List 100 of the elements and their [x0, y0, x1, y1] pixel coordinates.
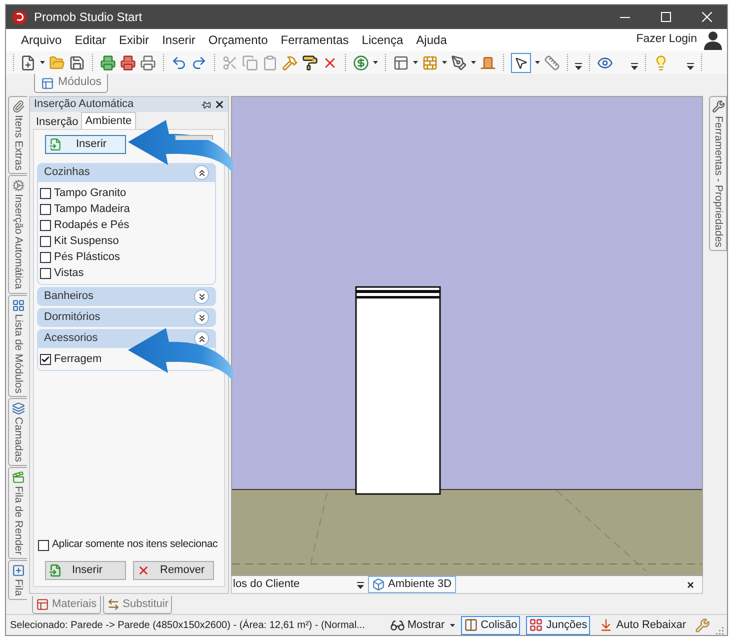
login-link[interactable]: Fazer Login: [636, 31, 697, 49]
panel-layout-icon: [41, 76, 54, 90]
save-icon[interactable]: [69, 54, 85, 70]
clapperboard-icon: [12, 470, 24, 484]
caret-icon[interactable]: [471, 61, 476, 64]
printer-icon[interactable]: [140, 54, 156, 70]
dock-tab[interactable]: Fila: [8, 560, 27, 600]
down-to-line-icon: [599, 618, 614, 632]
caret-icon[interactable]: [450, 624, 455, 626]
option-label: Tampo Granito: [54, 186, 126, 201]
group-header[interactable]: Cozinhas: [37, 163, 216, 182]
caret-icon[interactable]: [373, 61, 378, 64]
printer-icon[interactable]: [100, 54, 116, 70]
overflow-icon[interactable]: [687, 63, 694, 71]
insert-button[interactable]: Inserir: [45, 135, 126, 154]
panel-layout-icon: [36, 598, 49, 611]
columns-icon: [464, 618, 478, 632]
close-icon[interactable]: [702, 12, 712, 22]
insert-icon: [49, 138, 62, 151]
cube-icon: [372, 578, 385, 591]
pointer-tool[interactable]: [511, 52, 531, 72]
cabinet-drawing[interactable]: [355, 286, 441, 495]
resize-grip-icon[interactable]: [716, 626, 724, 634]
user-icon[interactable]: [703, 30, 723, 50]
menu-item[interactable]: Arquivo: [21, 31, 62, 49]
eye-icon[interactable]: [597, 54, 613, 70]
panel-tab[interactable]: Ambiente: [81, 112, 136, 129]
option-label: Ferragem: [54, 352, 102, 367]
option-label: Kit Suspenso: [54, 234, 119, 249]
insert-button[interactable]: Inserir: [45, 561, 126, 580]
close-icon[interactable]: [214, 99, 225, 110]
undo-icon[interactable]: [171, 54, 187, 70]
dock-tab[interactable]: Fila de Render: [8, 466, 27, 559]
panel-bottom-tab[interactable]: Materiais: [32, 596, 101, 614]
toggle-button[interactable]: Auto Rebaixar: [596, 616, 689, 634]
checkbox[interactable]: [40, 204, 51, 214]
option-label: Vistas: [54, 266, 84, 281]
cog-icon: [12, 179, 24, 192]
dock-tab[interactable]: Inserção Automática: [8, 175, 27, 294]
caret-icon[interactable]: [40, 61, 45, 64]
pin-icon[interactable]: [201, 100, 211, 110]
app-logo-icon: [12, 10, 27, 24]
toggle-button[interactable]: Colisão: [460, 616, 520, 634]
group-header[interactable]: Banheiros: [37, 287, 216, 306]
insert-icon: [49, 564, 62, 577]
checkbox[interactable]: [40, 236, 51, 246]
redo-icon[interactable]: [191, 54, 207, 70]
dock-tab[interactable]: Ferramentas - Propriedades: [709, 96, 727, 252]
group-header[interactable]: Dormitórios: [37, 308, 216, 327]
checkbox[interactable]: [40, 354, 51, 364]
panel-bottom-tab[interactable]: Substituir: [102, 596, 172, 614]
status-text: Selecionado: Parede -> Parede (4850x150x2600) - (Área: 12,61 m²) - (Normal...: [10, 618, 365, 632]
document-tab[interactable]: Ambiente 3D: [368, 576, 456, 593]
menu-item[interactable]: Editar: [74, 31, 106, 49]
caret-icon[interactable]: [413, 61, 418, 64]
grid-icon: [12, 298, 24, 312]
checkbox[interactable]: [40, 268, 51, 278]
caret-icon[interactable]: [442, 61, 447, 64]
remove-button[interactable]: Remover: [133, 561, 214, 580]
menu-item[interactable]: Licença: [362, 31, 404, 49]
menu-item[interactable]: Orçamento: [208, 31, 268, 49]
dock-tab[interactable]: Camadas: [8, 398, 27, 466]
option-label: Tampo Madeira: [54, 202, 130, 217]
wrench-icon[interactable]: [695, 618, 710, 632]
dock-tab[interactable]: Itens Extras: [8, 96, 27, 174]
document-tab[interactable]: los do Cliente: [232, 576, 357, 593]
paint-roller-icon[interactable]: [302, 54, 318, 70]
maximize-icon[interactable]: [660, 12, 670, 22]
close-button[interactable]: ×: [686, 578, 694, 590]
menu-item[interactable]: Exibir: [119, 31, 150, 49]
layers-icon: [12, 402, 24, 415]
new-file-icon[interactable]: [20, 54, 36, 70]
checkbox[interactable]: [40, 220, 51, 230]
menu-item[interactable]: Ferramentas: [280, 31, 349, 49]
overflow-icon[interactable]: [357, 582, 364, 590]
printer-icon[interactable]: [120, 54, 136, 70]
paperclip-icon: [12, 100, 24, 113]
glasses-icon: [390, 618, 406, 632]
panel-tab[interactable]: Inserção: [33, 114, 82, 129]
dock-tab[interactable]: Lista de Módulos: [8, 294, 27, 397]
toolbar-tab[interactable]: Módulos: [34, 74, 108, 93]
dollar-icon[interactable]: [353, 54, 369, 70]
minimize-icon[interactable]: [620, 16, 630, 18]
menu-item[interactable]: Ajuda: [416, 31, 447, 49]
overflow-icon[interactable]: [631, 63, 638, 71]
checkbox[interactable]: [40, 252, 51, 262]
overflow-icon[interactable]: [575, 63, 582, 71]
caret-icon[interactable]: [535, 61, 540, 64]
pointer-icon: [514, 56, 528, 70]
toggle-button[interactable]: Junções: [526, 616, 590, 634]
checkbox[interactable]: [40, 188, 51, 198]
option-label: Aplicar somente nos itens selecionac: [52, 537, 218, 552]
pen-tool-icon[interactable]: [451, 54, 467, 70]
panel-title: Inserção Automática: [34, 97, 134, 112]
wrench-icon: [712, 100, 724, 113]
swap-arrows-icon: [106, 598, 120, 611]
layout-icon[interactable]: [393, 54, 409, 70]
checkbox[interactable]: [38, 540, 49, 551]
show-menu[interactable]: Mostrar: [390, 616, 455, 634]
menu-item[interactable]: Inserir: [162, 31, 196, 49]
